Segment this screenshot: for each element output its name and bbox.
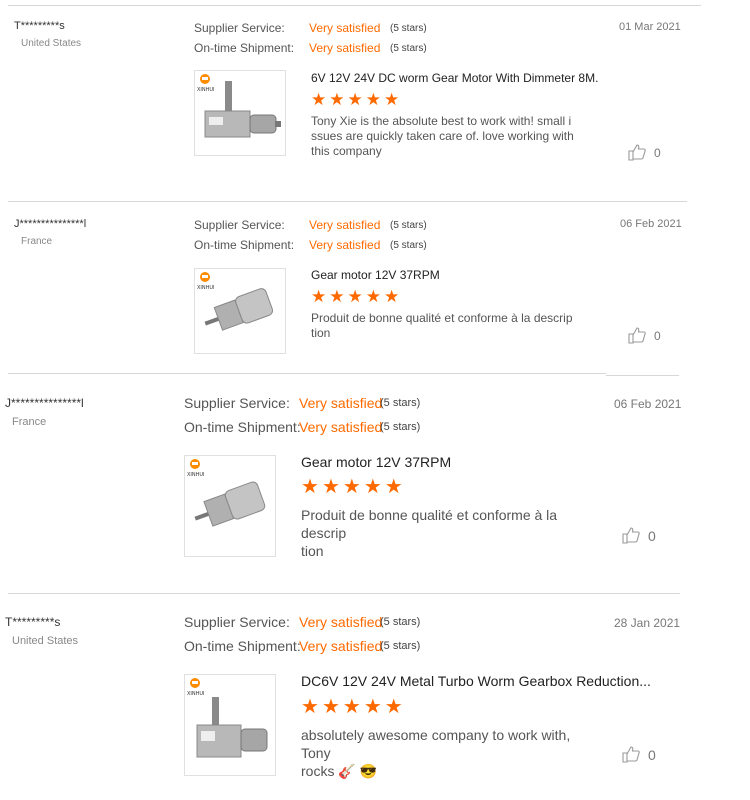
star-icon: ★ xyxy=(347,287,363,306)
separator xyxy=(8,201,687,202)
reviewer-name: T*********s xyxy=(5,615,61,629)
review-date: 06 Feb 2021 xyxy=(620,218,682,230)
star-icon: ★ xyxy=(363,476,382,498)
supplier-service-stars: (5 stars) xyxy=(380,397,421,409)
reviewer-country: United States xyxy=(12,635,79,647)
review-text-line: Produit de bonne qualité et conforme à l… xyxy=(311,311,573,325)
review-text-line: tion xyxy=(311,326,331,340)
review-text-line: Produit de bonne qualité et conforme à l… xyxy=(301,507,558,541)
supplier-service-label: Supplier Service: xyxy=(184,614,290,630)
shipment-label: On-time Shipment: xyxy=(184,638,301,654)
shipment-stars: (5 stars) xyxy=(390,240,427,251)
shipment-label: On-time Shipment: xyxy=(184,419,301,435)
like-count: 0 xyxy=(654,328,661,343)
review-date: 28 Jan 2021 xyxy=(614,616,681,630)
star-icon: ★ xyxy=(384,287,400,306)
product-title[interactable]: Gear motor 12V 37RPM xyxy=(301,454,451,470)
thumbs-up-icon xyxy=(622,527,640,544)
separator xyxy=(606,375,679,376)
star-icon: ★ xyxy=(384,476,403,498)
cylinder-gear-motor-icon xyxy=(204,288,274,331)
like-button[interactable]: 0 xyxy=(622,527,656,544)
supplier-service-value: Very satisfied xyxy=(299,614,383,630)
star-icon: ★ xyxy=(342,696,361,718)
product-title[interactable]: DC6V 12V 24V Metal Turbo Worm Gearbox Re… xyxy=(301,673,651,689)
product-title[interactable]: Gear motor 12V 37RPM xyxy=(311,268,440,282)
review-text-line: tion xyxy=(301,543,324,559)
reviewer-name: J***************l xyxy=(5,396,84,410)
star-icon: ★ xyxy=(311,287,327,306)
review-text-fragment: rocks xyxy=(301,763,335,779)
star-icon: ★ xyxy=(329,287,345,306)
supplier-service-value: Very satisfied xyxy=(309,218,381,232)
supplier-service-label: Supplier Service: xyxy=(184,395,290,411)
worm-gear-motor-icon xyxy=(196,697,268,758)
review-text: absolutely awesome company to work with,… xyxy=(301,726,591,780)
star-icon: ★ xyxy=(321,696,340,718)
rating-stars: ★ ★ ★ ★ ★ xyxy=(311,288,399,305)
supplier-service-value: Very satisfied xyxy=(299,395,383,411)
star-icon: ★ xyxy=(321,476,340,498)
product-thumbnail[interactable]: XINHUI xyxy=(184,455,276,557)
reviewer-name: J***************l xyxy=(14,218,87,230)
star-icon: ★ xyxy=(301,696,319,718)
separator xyxy=(8,593,680,594)
shipment-value: Very satisfied xyxy=(299,419,383,435)
emoji-icon: 🎸 😎 xyxy=(338,763,378,779)
reviewer-country: France xyxy=(12,416,47,428)
separator xyxy=(8,373,606,374)
review-text: Produit de bonne qualité et conforme à l… xyxy=(301,506,591,560)
thumbs-up-icon xyxy=(628,327,646,344)
shipment-value: Very satisfied xyxy=(309,238,381,252)
product-thumbnail[interactable]: XINHUI xyxy=(184,674,276,776)
shipment-stars: (5 stars) xyxy=(380,640,421,652)
star-icon: ★ xyxy=(301,476,319,498)
thumbs-up-icon xyxy=(622,746,640,763)
shipment-value: Very satisfied xyxy=(299,638,383,654)
star-icon: ★ xyxy=(365,287,381,306)
review-text-line: absolutely awesome company to work with,… xyxy=(301,727,571,761)
supplier-service-stars: (5 stars) xyxy=(380,616,421,628)
supplier-service-label: Supplier Service: xyxy=(194,218,285,232)
shipment-label: On-time Shipment: xyxy=(194,238,295,252)
like-count: 0 xyxy=(648,527,656,544)
supplier-service-stars: (5 stars) xyxy=(390,220,427,231)
rating-stars: ★ ★ ★ ★ ★ xyxy=(301,697,403,717)
like-count: 0 xyxy=(648,746,656,763)
star-icon: ★ xyxy=(342,476,361,498)
like-button[interactable]: 0 xyxy=(622,746,656,763)
star-icon: ★ xyxy=(384,696,403,718)
review-text-line: rocks 🎸 😎 xyxy=(301,762,591,780)
review-text: Produit de bonne qualité et conforme à l… xyxy=(311,311,596,341)
shipment-stars: (5 stars) xyxy=(380,421,421,433)
like-button[interactable]: 0 xyxy=(628,327,661,344)
star-icon: ★ xyxy=(363,696,382,718)
reviewer-country: France xyxy=(21,236,53,247)
product-thumbnail[interactable]: XINHUI xyxy=(194,268,286,354)
review-date: 06 Feb 2021 xyxy=(614,397,682,411)
cylinder-gear-motor-icon xyxy=(194,481,266,527)
review-item: T*********s United States Supplier Servi… xyxy=(0,0,750,779)
rating-stars: ★ ★ ★ ★ ★ xyxy=(301,477,403,497)
